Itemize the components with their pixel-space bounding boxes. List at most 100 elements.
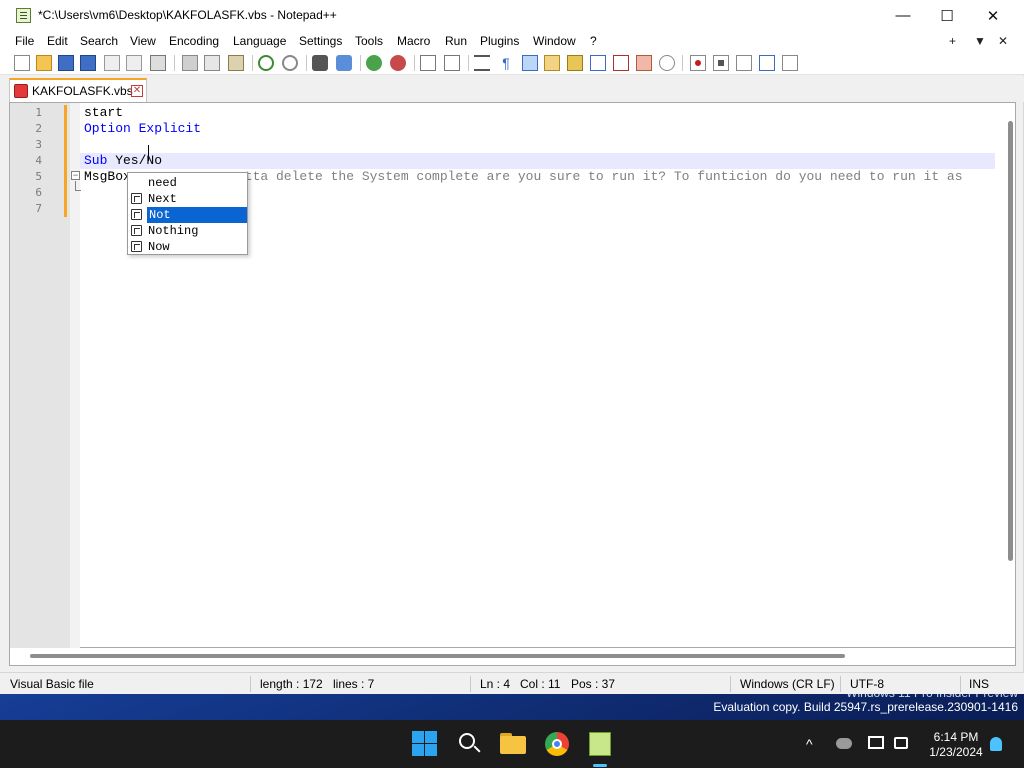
menu-encoding[interactable]: Encoding	[169, 34, 219, 48]
udl-icon[interactable]	[544, 55, 560, 71]
autocomplete-item-label: Nothing	[148, 224, 199, 238]
autocomplete-item[interactable]: Now	[128, 239, 247, 255]
copy-icon[interactable]	[204, 55, 220, 71]
undo-icon[interactable]	[258, 55, 274, 71]
minimize-button[interactable]: —	[880, 0, 926, 31]
word-wrap-icon[interactable]	[474, 55, 490, 71]
stop-macro-icon[interactable]	[713, 55, 729, 71]
volume-icon[interactable]	[894, 737, 908, 749]
autocomplete-item[interactable]: need	[128, 175, 247, 191]
sync-horizontal-icon[interactable]	[444, 55, 460, 71]
find-icon[interactable]	[312, 55, 328, 71]
windows-logo-tile	[412, 744, 424, 756]
onedrive-icon[interactable]	[836, 738, 852, 749]
function-list-icon[interactable]	[613, 55, 629, 71]
maximize-button[interactable]: ☐	[924, 0, 970, 31]
tab-kakfolasfk[interactable]: KAKFOLASFK.vbs ✕	[9, 78, 147, 102]
menu-search[interactable]: Search	[80, 34, 118, 48]
code-line-1: start	[84, 105, 124, 120]
windows-logo-icon	[412, 731, 424, 743]
line-number-gutter: 1 2 3 4 5 6 7	[10, 103, 70, 649]
network-icon[interactable]	[868, 736, 884, 749]
play-macro-icon[interactable]	[736, 55, 752, 71]
menu-edit[interactable]: Edit	[47, 34, 68, 48]
close-button[interactable]: ✕	[970, 0, 1016, 31]
current-line-highlight	[80, 153, 995, 169]
doc-map-icon[interactable]	[567, 55, 583, 71]
tab-list-button[interactable]: ▼	[974, 34, 986, 48]
autocomplete-item-label: Next	[148, 192, 177, 206]
tab-close-icon[interactable]: ✕	[131, 85, 143, 97]
save-icon[interactable]	[58, 55, 74, 71]
status-position: Pos : 37	[571, 677, 616, 691]
status-bar: Visual Basic file length : 172 lines : 7…	[0, 672, 1024, 694]
fold-toggle-icon[interactable]: −	[71, 171, 80, 180]
show-hidden-icons-button[interactable]: ^	[806, 736, 813, 752]
status-eol[interactable]: Windows (CR LF)	[740, 677, 835, 691]
autocomplete-item-selected[interactable]: Not	[128, 207, 247, 223]
search-icon-handle	[473, 745, 481, 753]
menu-view[interactable]: View	[130, 34, 156, 48]
cut-icon[interactable]	[182, 55, 198, 71]
notepadpp-app-icon	[16, 8, 31, 23]
close-all-icon[interactable]	[126, 55, 142, 71]
menu-run[interactable]: Run	[445, 34, 467, 48]
record-macro-icon[interactable]	[690, 55, 706, 71]
menu-tools[interactable]: Tools	[355, 34, 383, 48]
chrome-icon-core	[552, 739, 562, 749]
monitoring-icon[interactable]	[659, 55, 675, 71]
vertical-scrollbar[interactable]	[1008, 121, 1013, 561]
toolbar-separator	[468, 55, 469, 71]
status-insert-mode[interactable]: INS	[969, 677, 989, 691]
status-length: length : 172	[260, 677, 323, 691]
chrome-button[interactable]	[543, 730, 571, 758]
system-clock[interactable]: 6:14 PM 1/23/2024	[920, 730, 992, 760]
menu-plugins[interactable]: Plugins	[480, 34, 519, 48]
sync-vertical-icon[interactable]	[420, 55, 436, 71]
horizontal-scrollbar[interactable]	[30, 654, 845, 658]
start-button[interactable]	[411, 730, 439, 758]
toolbar-separator	[174, 55, 175, 71]
toolbar-separator	[414, 55, 415, 71]
doc-list-icon[interactable]	[590, 55, 606, 71]
autocomplete-popup[interactable]: need Next Not Nothing Now	[127, 172, 248, 255]
replace-icon[interactable]	[336, 55, 352, 71]
search-button[interactable]	[455, 730, 483, 758]
status-file-type: Visual Basic file	[10, 677, 94, 691]
new-file-icon[interactable]	[14, 55, 30, 71]
toolbar-separator	[252, 55, 253, 71]
run-macro-multiple-icon[interactable]	[759, 55, 775, 71]
zoom-out-icon[interactable]	[390, 55, 406, 71]
menu-language[interactable]: Language	[233, 34, 286, 48]
notification-bell-icon[interactable]	[990, 737, 1002, 751]
menu-bar: File Edit Search View Encoding Language …	[0, 31, 1024, 51]
paste-icon[interactable]	[228, 55, 244, 71]
print-icon[interactable]	[150, 55, 166, 71]
text-cursor	[148, 145, 152, 161]
folder-icon	[500, 736, 526, 754]
autocomplete-item[interactable]: Next	[128, 191, 247, 207]
file-explorer-button[interactable]	[499, 730, 527, 758]
open-file-icon[interactable]	[36, 55, 52, 71]
indent-guide-icon[interactable]	[522, 55, 538, 71]
autocomplete-item[interactable]: Nothing	[128, 223, 247, 239]
close-doc-button[interactable]: ✕	[998, 34, 1008, 48]
folder-workspace-icon[interactable]	[636, 55, 652, 71]
menu-settings[interactable]: Settings	[299, 34, 342, 48]
clock-date: 1/23/2024	[929, 745, 983, 759]
show-all-chars-icon[interactable]: ¶	[498, 55, 514, 71]
zoom-in-icon[interactable]	[366, 55, 382, 71]
redo-icon[interactable]	[282, 55, 298, 71]
new-tab-button[interactable]: +	[949, 34, 956, 48]
line-number: 4	[35, 154, 42, 167]
close-file-icon[interactable]	[104, 55, 120, 71]
menu-window[interactable]: Window	[533, 34, 576, 48]
status-encoding[interactable]: UTF-8	[850, 677, 884, 691]
save-macro-icon[interactable]	[782, 55, 798, 71]
keyword-box-icon	[131, 225, 142, 236]
menu-macro[interactable]: Macro	[397, 34, 430, 48]
save-all-icon[interactable]	[80, 55, 96, 71]
menu-file[interactable]: File	[15, 34, 34, 48]
notepadpp-taskbar-button[interactable]	[586, 730, 614, 758]
menu-help[interactable]: ?	[590, 34, 597, 48]
